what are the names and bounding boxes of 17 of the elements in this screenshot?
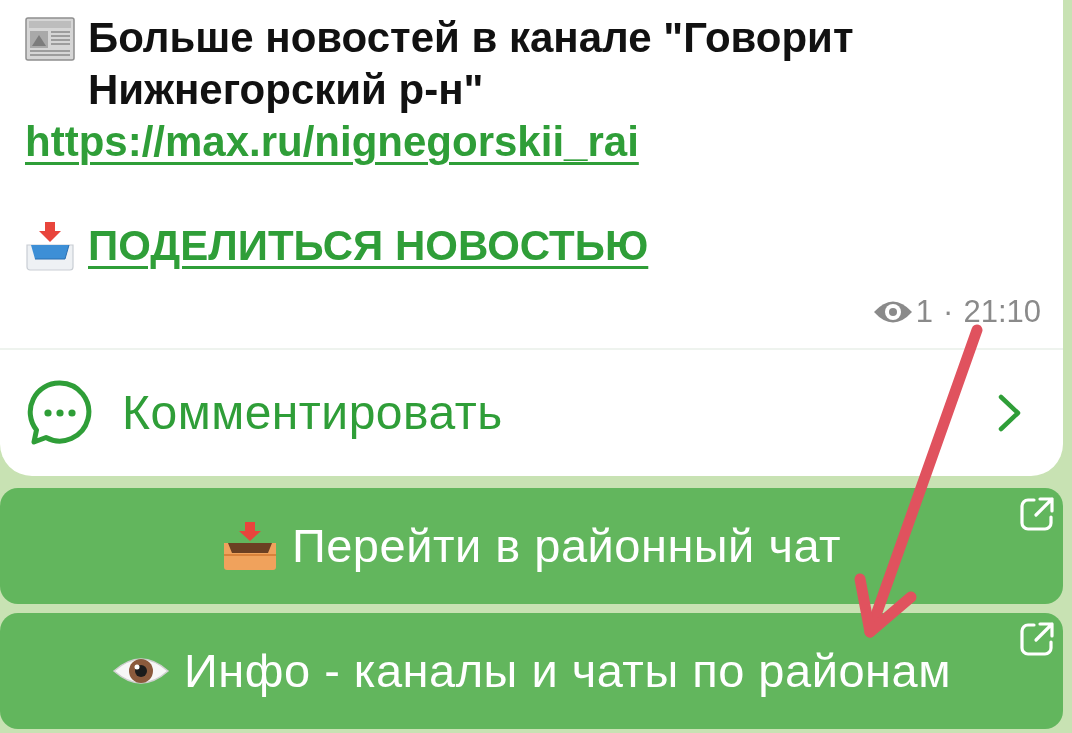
share-news-link[interactable]: ПОДЕЛИТЬСЯ НОВОСТЬЮ — [88, 220, 649, 272]
chevron-right-icon — [997, 393, 1023, 433]
views-eye-icon — [873, 299, 912, 325]
view-count: 1 — [915, 292, 934, 331]
external-link-icon — [1019, 496, 1055, 532]
message-title: Больше новостей в канале "Говорит Нижнегорский р-н" — [88, 13, 855, 115]
newspaper-icon — [25, 16, 75, 62]
message-time: 21:10 — [963, 292, 1041, 331]
inbox-tray-icon — [221, 521, 278, 571]
inbox-tray-icon — [25, 221, 75, 271]
separator-dot: · — [943, 292, 954, 331]
link-button[interactable]: Инфо - каналы и чаты по районам — [0, 613, 1063, 729]
link-button[interactable]: Перейти в районный чат — [0, 488, 1063, 604]
comment-button[interactable]: Комментировать — [0, 350, 1063, 476]
external-link-icon — [1019, 621, 1055, 657]
chat-bubble-icon — [27, 380, 93, 446]
channel-link[interactable]: https://max.ru/nignegorskii_rai — [25, 118, 639, 165]
